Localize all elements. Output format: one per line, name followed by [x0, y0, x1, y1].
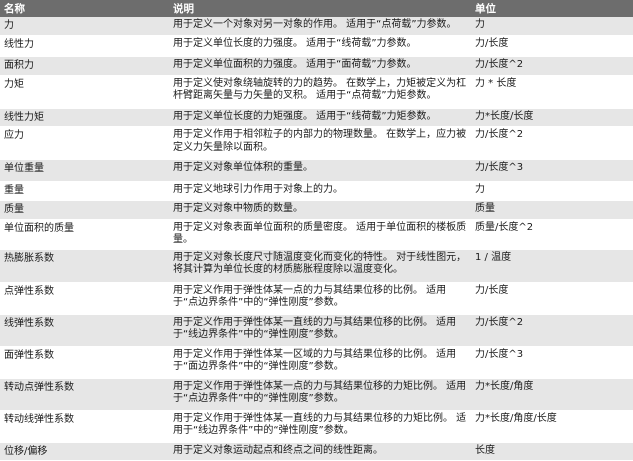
row-name: 线弹性系数 — [0, 314, 169, 347]
header-unit: 单位 — [471, 0, 633, 17]
row-description: 用于定义单位面积的力强度。 适用于“面荷载”力参数。 — [169, 56, 471, 76]
row-name: 位移/偏移 — [0, 442, 169, 461]
table-row: 转动点弹性系数 用于定义作用于弹性体某一点的力与其结果位移的力矩比例。 适用于“… — [0, 378, 633, 411]
row-name: 面积力 — [0, 56, 169, 76]
table-row: 质量 用于定义对象中物质的数量。 质量 — [0, 200, 633, 220]
table-row: 热膨胀系数 用于定义对象长度尺寸随温度变化而变化的特性。 对于线性图元，将其计算… — [0, 249, 633, 283]
header-row: 名称 说明 单位 — [0, 0, 633, 17]
row-description: 用于定义作用于弹性体某一点的力与其结果位移的力矩比例。 适用于“点边界条件”中的… — [169, 378, 471, 411]
table-row: 线性力矩 用于定义单位长度的力矩强度。 适用于“线荷载”力矩参数。 力*长度/长… — [0, 108, 633, 127]
header-name: 名称 — [0, 0, 169, 17]
table-row: 面弹性系数 用于定义作用于弹性体某一区域的力与其结果位移的比例。 适用于“面边界… — [0, 346, 633, 379]
row-name: 力 — [0, 17, 169, 36]
row-unit: 力*长度/角度 — [471, 378, 633, 411]
row-unit: 力*长度/长度 — [471, 108, 633, 127]
row-name: 点弹性系数 — [0, 282, 169, 315]
table-row: 转动线弹性系数 用于定义作用于弹性体某一直线的力与其结果位移的力矩比例。 适用于… — [0, 410, 633, 443]
row-description: 用于定义对象运动起点和终点之间的线性距离。 — [169, 442, 471, 461]
table-row: 线弹性系数 用于定义作用于弹性体某一直线的力与其结果位移的比例。 适用于“线边界… — [0, 314, 633, 347]
row-name: 转动点弹性系数 — [0, 378, 169, 411]
row-description: 用于定义作用于相邻粒子的内部力的物理数量。 在数学上，应力被定义力矢量除以面积。 — [169, 126, 471, 160]
row-description: 用于定义单位长度的力强度。 适用于“线荷载”力参数。 — [169, 35, 471, 57]
row-unit: 力*长度/角度/长度 — [471, 410, 633, 443]
row-description: 用于定义作用于弹性体某一区域的力与其结果位移的比例。 适用于“面边界条件”中的“… — [169, 346, 471, 379]
table-row: 点弹性系数 用于定义作用于弹性体某一点的力与其结果位移的比例。 适用于“点边界条… — [0, 282, 633, 315]
row-description: 用于定义一个对象对另一对象的作用。 适用于“点荷载”力参数。 — [169, 17, 471, 36]
row-unit: 1 / 温度 — [471, 249, 633, 283]
row-description: 用于定义对象长度尺寸随温度变化而变化的特性。 对于线性图元，将其计算为单位长度的… — [169, 249, 471, 283]
table-row: 力矩 用于定义使对象绕轴旋转的力的趋势。 在数学上，力矩被定义为杠杆臂距离矢量与… — [0, 75, 633, 109]
row-unit: 力 — [471, 17, 633, 36]
row-name: 线性力 — [0, 35, 169, 57]
row-unit: 力/长度 — [471, 35, 633, 57]
table-row: 重量 用于定义地球引力作用于对象上的力。 力 — [0, 181, 633, 201]
row-description: 用于定义作用于弹性体某一点的力与其结果位移的比例。 适用于“点边界条件”中的“弹… — [169, 282, 471, 315]
table-row: 位移/偏移 用于定义对象运动起点和终点之间的线性距离。 长度 — [0, 442, 633, 461]
table-row: 单位重量 用于定义对象单位体积的重量。 力/长度^3 — [0, 159, 633, 182]
table-row: 面积力 用于定义单位面积的力强度。 适用于“面荷载”力参数。 力/长度^2 — [0, 56, 633, 76]
row-name: 面弹性系数 — [0, 346, 169, 379]
row-unit: 长度 — [471, 442, 633, 461]
table-row: 单位面积的质量 用于定义对象表面单位面积的质量密度。 适用于单位面积的楼板质量。… — [0, 219, 633, 250]
row-description: 用于定义地球引力作用于对象上的力。 — [169, 181, 471, 201]
table-row: 力 用于定义一个对象对另一对象的作用。 适用于“点荷载”力参数。 力 — [0, 17, 633, 36]
row-description: 用于定义使对象绕轴旋转的力的趋势。 在数学上，力矩被定义为杠杆臂距离矢量与力矢量… — [169, 75, 471, 109]
row-name: 重量 — [0, 181, 169, 201]
table-row: 线性力 用于定义单位长度的力强度。 适用于“线荷载”力参数。 力/长度 — [0, 35, 633, 57]
row-unit: 质量 — [471, 200, 633, 220]
row-unit: 力/长度^3 — [471, 346, 633, 379]
row-description: 用于定义作用于弹性体某一直线的力与其结果位移的力矩比例。 适用于“线边界条件”中… — [169, 410, 471, 443]
row-name: 质量 — [0, 200, 169, 220]
row-name: 热膨胀系数 — [0, 249, 169, 283]
row-name: 线性力矩 — [0, 108, 169, 127]
table-row: 应力 用于定义作用于相邻粒子的内部力的物理数量。 在数学上，应力被定义力矢量除以… — [0, 126, 633, 160]
row-description: 用于定义对象表面单位面积的质量密度。 适用于单位面积的楼板质量。 — [169, 219, 471, 250]
row-description: 用于定义对象中物质的数量。 — [169, 200, 471, 220]
row-name: 单位重量 — [0, 159, 169, 182]
row-name: 力矩 — [0, 75, 169, 109]
header-description: 说明 — [169, 0, 471, 17]
row-name: 转动线弹性系数 — [0, 410, 169, 443]
row-unit: 力 * 长度 — [471, 75, 633, 109]
row-unit: 力/长度^2 — [471, 126, 633, 160]
row-description: 用于定义单位长度的力矩强度。 适用于“线荷载”力矩参数。 — [169, 108, 471, 127]
row-name: 单位面积的质量 — [0, 219, 169, 250]
row-unit: 力/长度^2 — [471, 314, 633, 347]
row-unit: 力/长度^3 — [471, 159, 633, 182]
row-unit: 力/长度^2 — [471, 56, 633, 76]
row-unit: 质量/长度^2 — [471, 219, 633, 250]
parameter-table: 名称 说明 单位 力 用于定义一个对象对另一对象的作用。 适用于“点荷载”力参数… — [0, 0, 633, 461]
row-name: 应力 — [0, 126, 169, 160]
row-unit: 力/长度 — [471, 282, 633, 315]
row-unit: 力 — [471, 181, 633, 201]
row-description: 用于定义作用于弹性体某一直线的力与其结果位移的比例。 适用于“线边界条件”中的“… — [169, 314, 471, 347]
row-description: 用于定义对象单位体积的重量。 — [169, 159, 471, 182]
